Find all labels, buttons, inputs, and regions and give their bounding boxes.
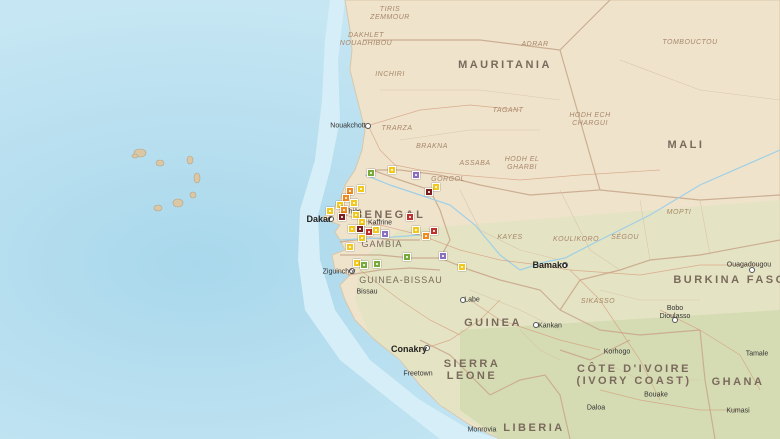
city-label-kankan: Kankan xyxy=(538,322,562,330)
country-label-guinea-bissau: GUINEA-BISSAU xyxy=(359,275,443,285)
city-label-ziguinchor: Ziguinchor xyxy=(322,268,356,276)
city-label-kumasi: Kumasi xyxy=(726,407,750,415)
region-label-hodh-el-gharbi: HODH EL GHARBI xyxy=(504,156,540,171)
map-marker[interactable] xyxy=(412,226,420,234)
map-marker[interactable] xyxy=(439,252,447,260)
country-label-liberia: LIBERIA xyxy=(503,422,565,434)
map-marker[interactable] xyxy=(425,188,433,196)
map-marker[interactable] xyxy=(458,263,466,271)
country-label-mali: MALI xyxy=(667,139,705,151)
country-label-gambia: GAMBIA xyxy=(361,239,403,249)
city-label-tamale: Tamale xyxy=(745,350,769,358)
country-label-ghana: GHANA xyxy=(711,376,765,388)
map-marker[interactable] xyxy=(372,226,380,234)
map[interactable]: MAURITANIA MALI SENEGAL GUINEA BURKINA F… xyxy=(0,0,780,439)
city-label-monrovia: Monrovia xyxy=(467,426,497,434)
city-label-korhogo: Korhogo xyxy=(603,348,631,356)
map-marker[interactable] xyxy=(432,183,440,191)
map-marker[interactable] xyxy=(356,225,364,233)
country-label-guinea: GUINEA xyxy=(464,317,522,329)
city-label-ouagadougou: Ouagadougou xyxy=(726,261,772,269)
region-label-tiris-zemmour: TIRIS ZEMMOUR xyxy=(370,6,410,21)
map-marker[interactable] xyxy=(326,207,334,215)
map-marker[interactable] xyxy=(388,166,396,174)
map-marker[interactable] xyxy=(346,243,354,251)
city-label-bissau: Bissau xyxy=(356,288,378,296)
region-label-sikasso: SIKASSO xyxy=(580,298,616,305)
map-marker[interactable] xyxy=(358,234,366,242)
map-marker[interactable] xyxy=(403,253,411,261)
city-label-dakar: Dakar xyxy=(306,214,332,224)
map-marker[interactable] xyxy=(348,225,356,233)
map-marker[interactable] xyxy=(350,199,358,207)
country-label-ivory-coast: CÔTE D'IVOIRE (IVORY COAST) xyxy=(576,363,692,387)
region-label-segou: SÉGOU xyxy=(611,234,639,241)
region-label-kayes: KAYES xyxy=(497,234,523,241)
region-label-koulikoro: KOULIKORO xyxy=(552,236,600,243)
region-label-inchiri: INCHIRI xyxy=(375,71,405,78)
city-label-bobo-dioulasso: Bobo Dioulasso xyxy=(659,305,691,320)
city-label-bouake: Bouake xyxy=(644,391,668,399)
city-label-nouakchott: Nouakchott xyxy=(330,122,366,130)
city-label-labe: Labe xyxy=(464,296,480,304)
map-marker[interactable] xyxy=(338,213,346,221)
country-label-burkina: BURKINA FASO xyxy=(673,274,780,286)
city-label-conakry: Conakry xyxy=(390,344,428,354)
region-label-mopti: MOPTI xyxy=(666,209,692,216)
map-marker[interactable] xyxy=(381,230,389,238)
city-label-freetown: Freetown xyxy=(403,370,433,378)
region-label-tagant: TAGANT xyxy=(492,107,524,114)
map-marker[interactable] xyxy=(367,169,375,177)
region-label-assaba: ASSABA xyxy=(459,160,491,167)
region-label-tombouctou: TOMBOUCTOU xyxy=(662,39,718,46)
map-marker[interactable] xyxy=(430,227,438,235)
city-dot-nouakchott xyxy=(365,123,371,129)
map-marker[interactable] xyxy=(412,171,420,179)
region-label-dakhlet-nouadhibou: DAKHLET NOUADHIBOU xyxy=(339,32,393,47)
city-label-daloa: Daloa xyxy=(586,404,606,412)
country-label-sierra-leone: SIERRA LEONE xyxy=(443,358,501,382)
country-label-mauritania: MAURITANIA xyxy=(458,59,552,71)
map-marker[interactable] xyxy=(406,213,414,221)
region-label-adrar: ADRAR xyxy=(521,41,549,48)
map-marker[interactable] xyxy=(360,261,368,269)
region-label-brakna: BRAKNA xyxy=(416,143,448,150)
region-label-trarza: TRARZA xyxy=(381,125,413,132)
map-marker[interactable] xyxy=(422,232,430,240)
map-marker[interactable] xyxy=(357,185,365,193)
region-label-hodh-ech-chargui: HODH ECH CHARGUI xyxy=(569,112,611,127)
map-marker[interactable] xyxy=(373,260,381,268)
city-label-bamako: Bamako xyxy=(532,260,568,270)
